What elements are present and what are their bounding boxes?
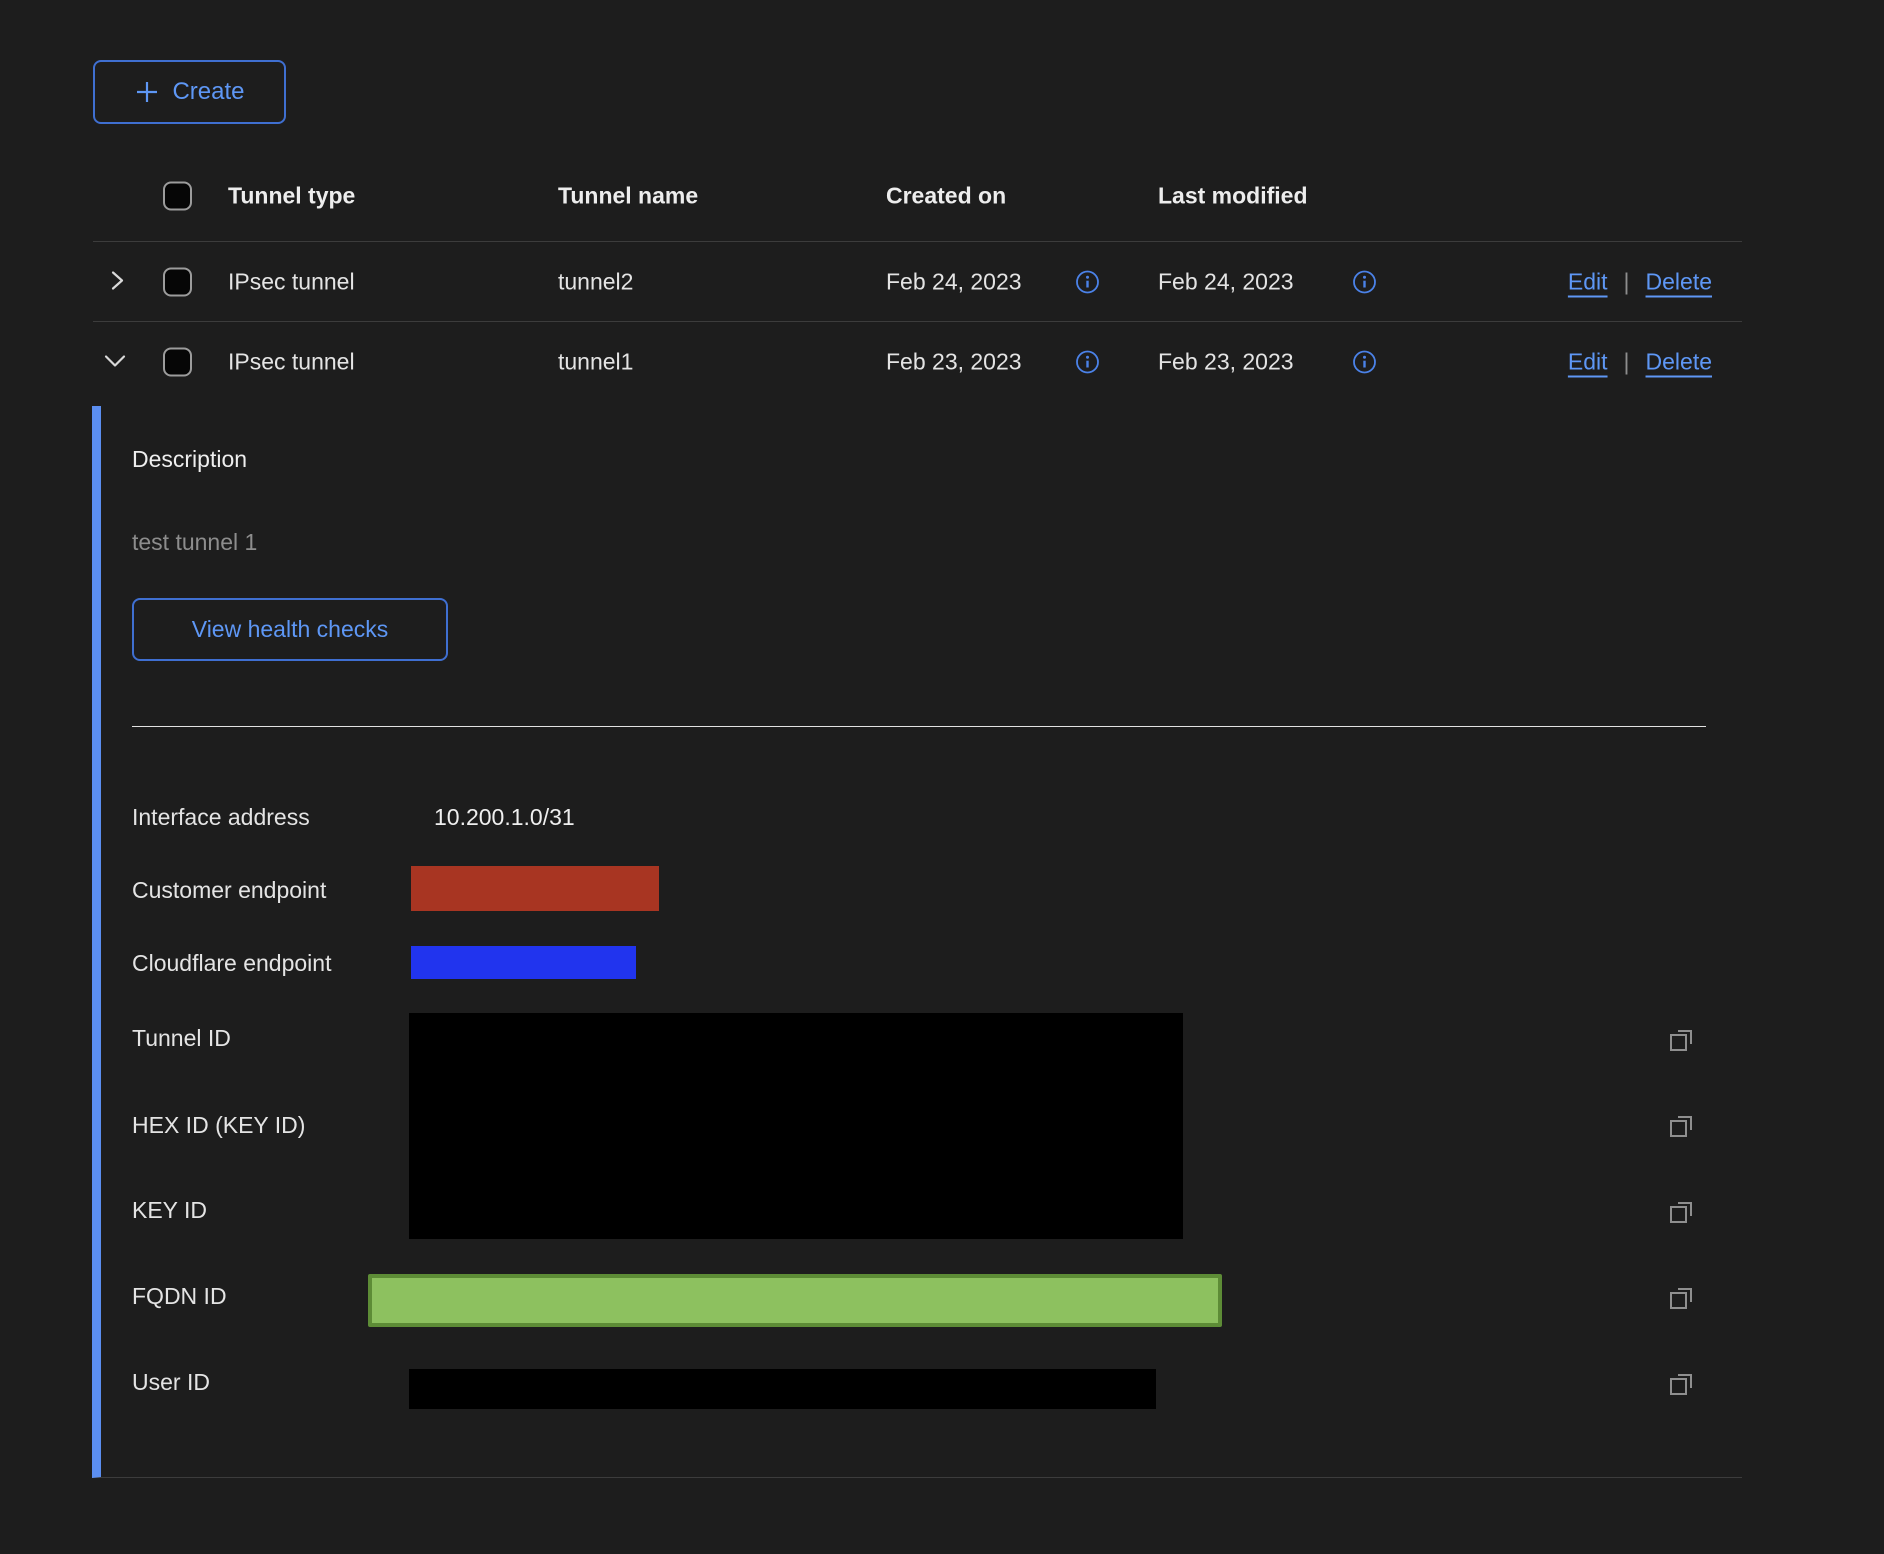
column-header-created-on: Created on [886,182,1006,209]
hex-id-label: HEX ID (KEY ID) [132,1112,305,1139]
delete-link[interactable]: Delete [1646,349,1712,376]
key-id-label: KEY ID [132,1197,207,1224]
delete-link[interactable]: Delete [1646,268,1712,295]
customer-endpoint-redacted-value [411,866,659,911]
column-header-tunnel-name: Tunnel name [558,182,698,209]
copy-icon [1667,1284,1695,1312]
create-button-label: Create [172,78,244,106]
copy-hex-id-button[interactable] [1667,1112,1695,1140]
description-value: test tunnel 1 [132,529,257,556]
copy-key-id-button[interactable] [1667,1198,1695,1226]
edit-link[interactable]: Edit [1568,268,1608,295]
ids-redacted-value-block [409,1013,1183,1239]
actions-separator: | [1624,349,1630,376]
interface-address-value: 10.200.1.0/31 [434,804,575,831]
interface-address-label: Interface address [132,804,310,831]
info-icon[interactable] [1352,350,1377,375]
copy-fqdn-id-button[interactable] [1667,1284,1695,1312]
chevron-down-icon [101,349,129,373]
fqdn-id-label: FQDN ID [132,1283,227,1310]
table-row-tunnel2: IPsec tunnel tunnel2 Feb 24, 2023 Feb 24… [93,242,1742,322]
customer-endpoint-label: Customer endpoint [132,877,326,904]
created-on-cell: Feb 23, 2023 [886,349,1022,376]
tunnel-details-panel: Description test tunnel 1 View health ch… [92,406,1742,1478]
tunnel-name-cell: tunnel1 [558,349,633,376]
table-header-row: Tunnel type Tunnel name Created on Last … [93,150,1742,242]
view-health-checks-button[interactable]: View health checks [132,598,448,661]
user-id-label: User ID [132,1369,210,1396]
cloudflare-endpoint-label: Cloudflare endpoint [132,950,331,977]
tunnels-table: Tunnel type Tunnel name Created on Last … [93,150,1742,402]
create-button[interactable]: Create [93,60,286,124]
row-checkbox[interactable] [163,267,192,296]
table-row-tunnel1: IPsec tunnel tunnel1 Feb 23, 2023 Feb 23… [93,322,1742,402]
info-icon[interactable] [1075,269,1100,294]
copy-icon [1667,1370,1695,1398]
ipsec-tunnels-page: Create Tunnel type Tunnel name Created o… [0,0,1884,1554]
row-checkbox[interactable] [163,348,192,377]
cloudflare-endpoint-redacted-value [411,946,636,979]
tunnel-type-cell: IPsec tunnel [228,349,355,376]
copy-user-id-button[interactable] [1667,1370,1695,1398]
actions-separator: | [1624,268,1630,295]
edit-link[interactable]: Edit [1568,349,1608,376]
copy-icon [1667,1198,1695,1226]
column-header-tunnel-type: Tunnel type [228,182,355,209]
collapse-row-button[interactable] [101,349,129,376]
plus-icon [134,79,160,105]
info-icon[interactable] [1352,269,1377,294]
copy-tunnel-id-button[interactable] [1667,1026,1695,1054]
select-all-checkbox[interactable] [163,181,192,210]
fqdn-id-redacted-value [368,1274,1222,1327]
last-modified-cell: Feb 24, 2023 [1158,268,1294,295]
description-label: Description [132,446,247,473]
section-divider [132,726,1706,727]
last-modified-cell: Feb 23, 2023 [1158,349,1294,376]
tunnel-name-cell: tunnel2 [558,268,633,295]
copy-icon [1667,1112,1695,1140]
column-header-last-modified: Last modified [1158,182,1308,209]
chevron-right-icon [105,268,129,292]
copy-icon [1667,1026,1695,1054]
created-on-cell: Feb 24, 2023 [886,268,1022,295]
tunnel-type-cell: IPsec tunnel [228,268,355,295]
expand-row-button[interactable] [105,268,129,295]
info-icon[interactable] [1075,350,1100,375]
user-id-redacted-value [409,1369,1156,1409]
tunnel-id-label: Tunnel ID [132,1025,231,1052]
